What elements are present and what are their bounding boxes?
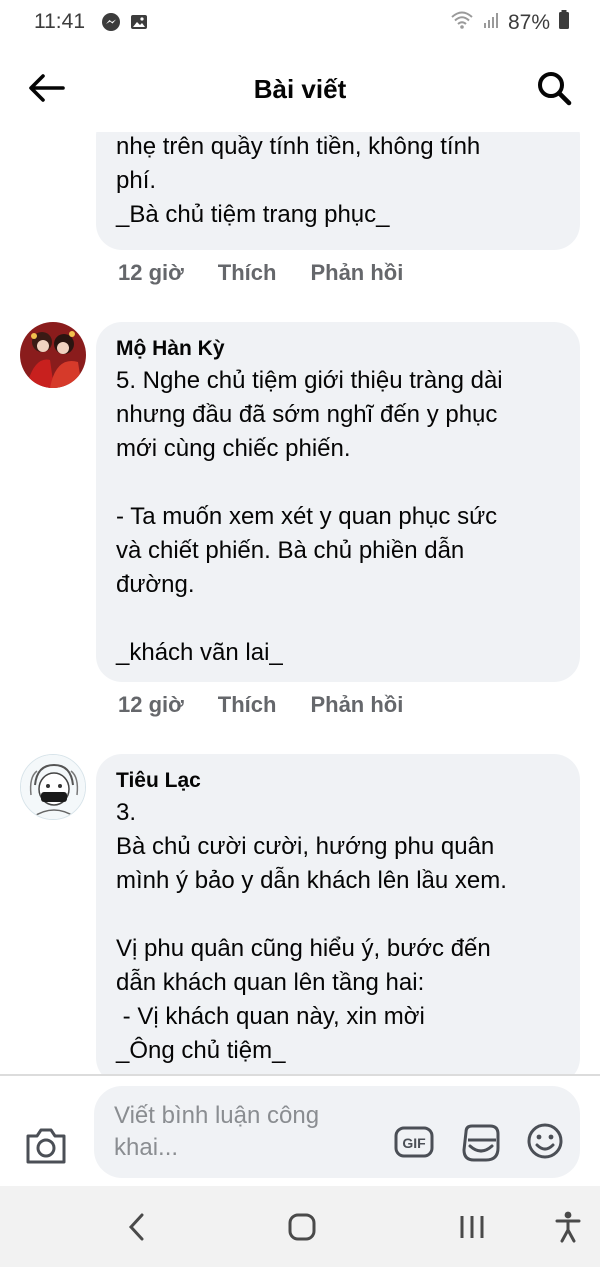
search-button[interactable] <box>534 68 574 108</box>
emoji-icon <box>527 1123 563 1159</box>
comment-author[interactable]: Tiêu Lạc <box>116 766 560 796</box>
page-title: Bài viết <box>253 74 347 104</box>
system-nav-bar <box>0 1186 600 1267</box>
avatar[interactable] <box>20 754 86 820</box>
nav-back-button[interactable] <box>116 1210 156 1244</box>
recents-icon <box>460 1216 484 1238</box>
comment-time: 12 giờ <box>118 692 184 717</box>
status-time: 11:41 <box>34 10 85 33</box>
comment-placeholder: Viết bình luận công khai... <box>114 1102 320 1161</box>
signal-icon <box>482 11 500 35</box>
accessibility-icon <box>555 1211 581 1243</box>
comment-composer: Viết bình luận công khai... GIF <box>0 1074 600 1186</box>
gif-label: GIF <box>402 1135 426 1151</box>
avatar[interactable] <box>20 322 86 388</box>
nav-recents-button[interactable] <box>452 1210 492 1244</box>
status-right: 87% <box>450 10 570 36</box>
emoji-button[interactable] <box>526 1122 564 1160</box>
home-icon <box>288 1213 316 1241</box>
camera-icon <box>26 1128 66 1164</box>
comment-bubble: Tiêu Lạc 3. Bà chủ cười cười, hướng phu … <box>96 754 580 1074</box>
chevron-left-icon <box>128 1213 144 1241</box>
search-icon <box>538 72 572 106</box>
wifi-icon <box>450 10 474 36</box>
comment-actions: 12 giờ Thích Phản hồi <box>118 260 437 286</box>
battery-level: 87% <box>507 11 550 34</box>
comment-actions: 12 giờ Thích Phản hồi <box>118 692 437 718</box>
comment-time: 12 giờ <box>118 260 184 285</box>
accessibility-button[interactable] <box>548 1210 588 1244</box>
notification-icons <box>101 12 149 37</box>
nav-home-button[interactable] <box>282 1210 322 1244</box>
gallery-icon <box>129 12 149 37</box>
reply-button[interactable]: Phản hồi <box>310 692 403 718</box>
like-button[interactable]: Thích <box>218 260 277 286</box>
status-bar: 11:41 87% <box>0 0 600 46</box>
app-header: Bài viết <box>0 46 600 132</box>
comment-author[interactable]: Mộ Hàn Kỳ <box>116 334 560 364</box>
battery-icon <box>558 10 570 36</box>
comment-text: 5. Nghe chủ tiệm giới thiệu tràng dài nh… <box>116 367 503 666</box>
gif-button[interactable]: GIF <box>394 1122 434 1162</box>
comment-bubble: Mộ Hàn Kỳ 5. Nghe chủ tiệm giới thiệu tr… <box>96 322 580 682</box>
comment-feed[interactable]: nhẹ trên quầy tính tiền, không tính phí.… <box>0 132 600 1074</box>
comment-input[interactable]: Viết bình luận công khai... GIF <box>94 1086 580 1178</box>
comment-text: 3. Bà chủ cười cười, hướng phu quân mình… <box>116 799 507 1064</box>
sticker-button[interactable] <box>460 1122 502 1164</box>
messenger-icon <box>101 12 121 37</box>
comment-text: nhẹ trên quầy tính tiền, không tính phí.… <box>116 133 481 228</box>
sticker-icon <box>462 1124 500 1162</box>
comment-bubble: nhẹ trên quầy tính tiền, không tính phí.… <box>96 132 580 250</box>
camera-button[interactable] <box>24 1126 68 1166</box>
reply-button[interactable]: Phản hồi <box>310 260 403 286</box>
like-button[interactable]: Thích <box>218 692 277 718</box>
